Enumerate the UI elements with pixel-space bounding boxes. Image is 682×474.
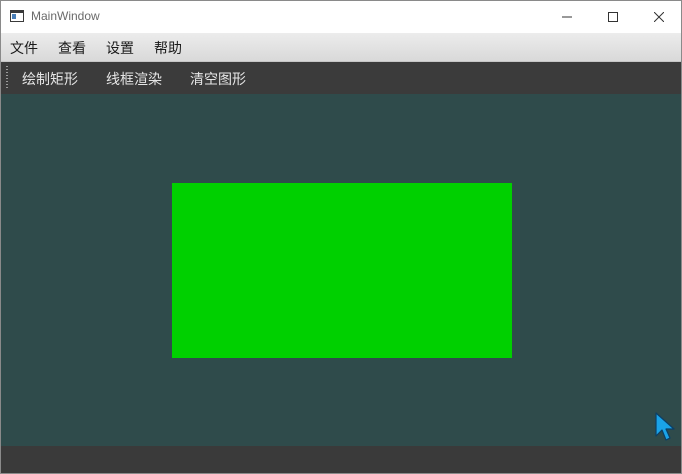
toolbar-grip-handle[interactable] [6, 66, 8, 90]
green-rectangle [172, 183, 512, 358]
menu-settings[interactable]: 设置 [106, 38, 134, 58]
window-title: MainWindow [31, 9, 100, 23]
minimize-icon [562, 16, 572, 18]
maximize-icon [608, 12, 618, 22]
menu-bar: 文件 查看 设置 帮助 [1, 33, 681, 62]
menu-file[interactable]: 文件 [10, 38, 38, 58]
draw-rectangle-button[interactable]: 绘制矩形 [22, 69, 78, 89]
close-button[interactable] [636, 1, 681, 33]
close-icon [654, 12, 664, 22]
clear-shapes-button[interactable]: 清空图形 [190, 69, 246, 89]
main-window: MainWindow 文件 查看 设置 帮助 绘制矩形 线框渲染 清空图形 [0, 0, 682, 474]
status-bar [1, 446, 681, 473]
maximize-button[interactable] [590, 1, 636, 33]
tool-bar: 绘制矩形 线框渲染 清空图形 [1, 62, 681, 94]
menu-help[interactable]: 帮助 [154, 38, 182, 58]
title-bar[interactable]: MainWindow [1, 1, 681, 33]
menu-view[interactable]: 查看 [58, 38, 86, 58]
minimize-button[interactable] [544, 1, 590, 33]
mouse-pointer-icon [655, 412, 675, 441]
drawing-canvas[interactable] [1, 94, 681, 446]
wireframe-render-button[interactable]: 线框渲染 [106, 69, 162, 89]
window-app-icon [10, 10, 24, 22]
